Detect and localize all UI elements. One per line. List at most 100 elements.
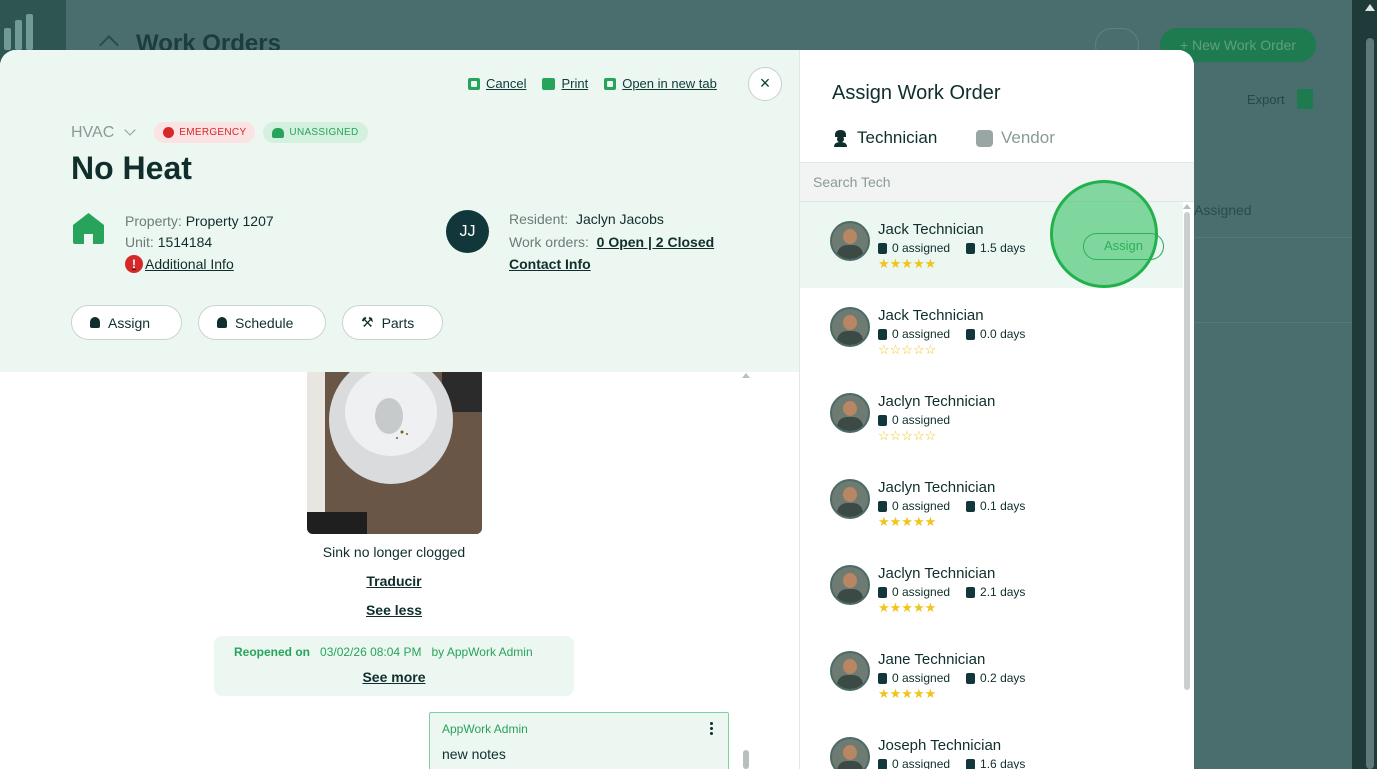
work-orders-link[interactable]: 0 Open | 2 Closed (597, 234, 715, 250)
assign-panel: Assign Work Order Technician Vendor Jack… (799, 50, 1194, 769)
technician-row[interactable]: Joseph Technician 0 assigned 1.6 days (800, 718, 1183, 769)
photo-caption: Sink no longer clogged (322, 544, 466, 560)
scroll-up-arrow-icon[interactable] (1365, 4, 1375, 11)
external-link-icon (604, 77, 617, 90)
work-order-title: No Heat (71, 150, 192, 186)
tab-technician[interactable]: Technician (832, 128, 937, 148)
assigned-count: 0 assigned (892, 499, 951, 513)
page-scrollbar-thumb[interactable] (1366, 38, 1374, 769)
rating-stars: ★★★★★ (878, 256, 937, 271)
clipboard-icon (878, 672, 887, 684)
work-order-header: Cancel Print Open in new tab × HVAC EMER… (0, 50, 799, 372)
cancel-link[interactable]: Cancel (468, 76, 526, 91)
reopened-date: 03/02/26 08:04 PM (320, 645, 422, 659)
avg-days: 0.1 days (980, 499, 1026, 513)
technician-name: Jaclyn Technician (878, 479, 996, 496)
technician-avatar (830, 479, 870, 519)
technician-avatar (830, 651, 870, 691)
avg-days: 0.0 days (980, 327, 1026, 341)
export-link[interactable]: Export (1247, 92, 1285, 107)
category-row: HVAC EMERGENCY UNASSIGNED (71, 122, 368, 143)
resident-avatar: JJ (446, 210, 489, 253)
contact-info-link[interactable]: Contact Info (509, 256, 591, 272)
search-tech-field (800, 162, 1194, 202)
technician-meta: 0 assigned (878, 413, 950, 427)
timeline-scrollbar-thumb[interactable] (743, 750, 749, 769)
assigned-column-header[interactable]: Assigned (1194, 202, 1252, 218)
work-order-detail: Cancel Print Open in new tab × HVAC EMER… (0, 50, 799, 769)
clock-icon (966, 586, 976, 598)
technician-row[interactable]: Jack Technician 0 assigned 1.5 days ★★★★… (800, 180, 1183, 288)
clock-icon (966, 500, 976, 512)
technician-meta: 0 assigned 1.6 days (878, 757, 1025, 769)
see-more-link[interactable]: See more (214, 669, 574, 685)
schedule-button[interactable]: Schedule (198, 305, 326, 340)
clipboard-icon (878, 414, 887, 426)
chevron-down-icon[interactable] (124, 123, 136, 136)
technician-row[interactable]: Jane Technician 0 assigned 0.2 days ★★★★… (800, 632, 1183, 718)
assigned-count: 0 assigned (892, 585, 951, 599)
tab-technician-label: Technician (857, 128, 938, 147)
technician-meta: 0 assigned 1.5 days (878, 241, 1025, 255)
translate-link[interactable]: Traducir (0, 573, 788, 589)
reopened-by: by AppWork Admin (431, 645, 533, 659)
schedule-button-label: Schedule (235, 314, 294, 331)
category-select[interactable]: HVAC (71, 124, 114, 142)
tab-vendor[interactable]: Vendor (976, 128, 1055, 148)
export-icon[interactable] (1297, 89, 1313, 109)
technician-list-scrollbar[interactable] (1184, 212, 1190, 690)
user-plus-icon (272, 127, 285, 138)
clipboard-icon (878, 500, 887, 512)
technician-name: Jack Technician (878, 307, 984, 324)
alert-icon (163, 127, 175, 138)
see-less-link[interactable]: See less (0, 602, 788, 618)
rating-stars: ★★★★★ (878, 686, 937, 701)
app-logo (4, 14, 44, 50)
avg-days: 0.2 days (980, 671, 1026, 685)
unassigned-badge-label: UNASSIGNED (289, 127, 359, 138)
hammer-icon: ⚒ (361, 314, 374, 330)
rating-stars: ☆☆☆☆☆ (878, 342, 937, 357)
technician-name: Jack Technician (878, 221, 984, 238)
technician-row[interactable]: Jaclyn Technician 0 assigned ☆☆☆☆☆ (800, 374, 1183, 460)
assign-tech-button[interactable]: Assign (1083, 233, 1164, 260)
close-button[interactable]: × (748, 67, 782, 101)
assigned-count: 0 assigned (892, 413, 951, 427)
print-link[interactable]: Print (542, 76, 588, 91)
unassigned-badge: UNASSIGNED (263, 122, 368, 143)
clipboard-icon (878, 242, 887, 254)
technician-row[interactable]: Jack Technician 0 assigned 0.0 days ☆☆☆☆… (800, 288, 1183, 374)
parts-button[interactable]: ⚒ Parts (342, 305, 443, 340)
technician-avatar (830, 565, 870, 605)
technician-name: Jaclyn Technician (878, 565, 996, 582)
scroll-up-arrow-icon[interactable] (742, 373, 750, 378)
reopened-event: Reopened on 03/02/26 08:04 PM by AppWork… (214, 636, 574, 696)
avg-days: 1.5 days (980, 241, 1026, 255)
clipboard-icon (878, 758, 887, 769)
print-icon (542, 77, 556, 90)
assigned-count: 0 assigned (892, 241, 951, 255)
attachment-photo[interactable] (307, 372, 482, 534)
table-divider (1194, 237, 1354, 238)
unit-value: 1514184 (157, 234, 213, 250)
parts-button-label: Parts (381, 314, 415, 331)
property-value: Property 1207 (185, 213, 274, 229)
alert-icon: ! (125, 255, 143, 273)
avg-days: 2.1 days (980, 585, 1026, 599)
clock-icon (966, 758, 976, 769)
work-order-modal: Cancel Print Open in new tab × HVAC EMER… (0, 50, 1194, 769)
more-options-icon[interactable] (710, 722, 714, 737)
table-divider (1194, 322, 1354, 323)
additional-info-link[interactable]: ! Additional Info (125, 255, 234, 273)
home-icon (73, 213, 104, 244)
cancel-label: Cancel (486, 76, 527, 91)
technician-avatar (830, 307, 870, 347)
technician-row[interactable]: Jaclyn Technician 0 assigned 2.1 days ★★… (800, 546, 1183, 632)
scroll-up-arrow-icon[interactable] (1183, 204, 1191, 209)
clipboard-icon (878, 328, 887, 340)
clipboard-icon (878, 586, 887, 598)
open-new-tab-link[interactable]: Open in new tab (604, 76, 717, 91)
technician-row[interactable]: Jaclyn Technician 0 assigned 0.1 days ★★… (800, 460, 1183, 546)
assign-button[interactable]: Assign (71, 305, 182, 340)
search-tech-input[interactable] (800, 163, 1194, 201)
